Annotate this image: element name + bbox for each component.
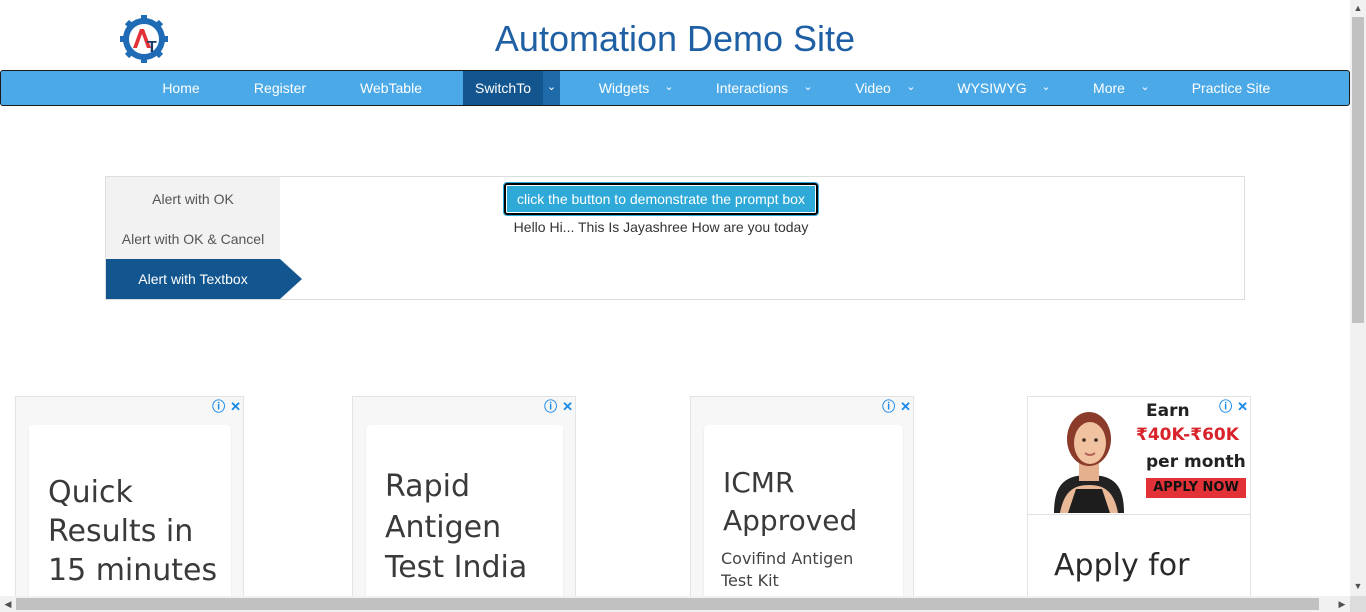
nav-interactions[interactable]: Interactions [703, 71, 801, 105]
close-icon[interactable]: ✕ [562, 399, 573, 415]
ad-controls[interactable]: ⓘ ✕ [1214, 399, 1248, 415]
horizontal-scrollbar[interactable]: ◀ ▶ [0, 596, 1350, 612]
scroll-down-icon[interactable]: ▼ [1350, 578, 1366, 594]
horizontal-scroll-thumb[interactable] [16, 598, 1319, 610]
ad-headline-line: Quick [48, 475, 133, 510]
tab-alert-ok-cancel[interactable]: Alert with OK & Cancel [106, 219, 280, 259]
ad-controls[interactable]: ⓘ ✕ [207, 399, 241, 415]
scrollbar-corner [1350, 596, 1366, 612]
info-icon[interactable]: ⓘ [212, 399, 225, 415]
ad-card[interactable]: Quick Results in 15 minutes [29, 425, 231, 605]
close-icon[interactable]: ✕ [230, 399, 241, 415]
info-icon[interactable]: ⓘ [1219, 399, 1232, 415]
tab-alert-ok[interactable]: Alert with OK [106, 179, 280, 219]
ad-headline-line: Approved [723, 504, 858, 537]
ad-unit-2[interactable]: ⓘ ✕ Rapid Antigen Test India [352, 396, 576, 606]
nav-switchto[interactable]: SwitchTo [463, 71, 543, 105]
chevron-down-icon[interactable]: ⌄ [543, 71, 560, 105]
active-tab-arrow [280, 259, 302, 299]
ad-subtext-line: Test Kit [721, 571, 779, 590]
ad-amount-text: ₹40K-₹60K [1136, 425, 1239, 445]
prompt-result-text: Hello Hi... This Is Jayashree How are yo… [513, 219, 809, 235]
nav-webtable[interactable]: WebTable [346, 71, 436, 105]
nav-more[interactable]: More [1081, 71, 1137, 105]
ad-controls[interactable]: ⓘ ✕ [539, 399, 573, 415]
tab-alert-textbox[interactable]: Alert with Textbox [106, 259, 280, 299]
scroll-left-icon[interactable]: ◀ [0, 596, 16, 612]
nav-video[interactable]: Video [843, 71, 903, 105]
nav-home[interactable]: Home [151, 71, 211, 105]
main-navbar: Home Register WebTable SwitchTo ⌄ Widget… [0, 70, 1350, 106]
close-icon[interactable]: ✕ [900, 399, 911, 415]
scroll-up-icon[interactable]: ▲ [1350, 0, 1366, 16]
ad-subtext-line: Covifind Antigen [721, 549, 854, 568]
ad-headline: Apply for [1054, 548, 1190, 583]
nav-wysiwyg[interactable]: WYSIWYG [946, 71, 1038, 105]
vertical-scroll-thumb[interactable] [1352, 17, 1364, 323]
info-icon[interactable]: ⓘ [882, 399, 895, 415]
chevron-down-icon[interactable]: ⌄ [661, 71, 677, 105]
ad-earn-text: Earn [1146, 401, 1190, 421]
ad-headline-line: Test India [385, 550, 528, 585]
chevron-down-icon[interactable]: ⌄ [1137, 71, 1153, 105]
site-title: Automation Demo Site [494, 18, 856, 59]
chevron-down-icon[interactable]: ⌄ [1038, 71, 1054, 105]
prompt-box-button[interactable]: click the button to demonstrate the prom… [503, 182, 819, 216]
nav-register[interactable]: Register [241, 71, 319, 105]
ad-unit-4[interactable]: Earn ₹40K-₹60K per month APPLY NOW ⓘ ✕ Ap… [1027, 396, 1251, 606]
ad-card[interactable]: ICMR Approved Covifind Antigen Test Kit [704, 425, 903, 605]
ad-controls[interactable]: ⓘ ✕ [877, 399, 911, 415]
apply-now-button[interactable]: APPLY NOW [1146, 478, 1246, 498]
ad-headline-line: 15 minutes [48, 553, 218, 588]
alert-tabs: Alert with OK Alert with OK & Cancel Ale… [106, 177, 280, 299]
chevron-down-icon[interactable]: ⌄ [903, 71, 919, 105]
ad-headline-line: ICMR [723, 466, 795, 499]
ad-headline-line: Antigen [385, 510, 502, 545]
ad-headline-line: Rapid [385, 469, 470, 504]
ad-unit-3[interactable]: ⓘ ✕ ICMR Approved Covifind Antigen Test K… [690, 396, 914, 606]
ad-unit-1[interactable]: ⓘ ✕ Quick Results in 15 minutes [15, 396, 244, 606]
ad-headline-line: Results in [48, 514, 194, 549]
scroll-right-icon[interactable]: ▶ [1334, 596, 1350, 612]
ad-card[interactable]: Rapid Antigen Test India [366, 425, 563, 605]
nav-widgets[interactable]: Widgets [586, 71, 662, 105]
nav-practice-site[interactable]: Practice Site [1179, 71, 1283, 105]
ad-per-month-text: per month [1146, 452, 1246, 472]
vertical-scrollbar[interactable]: ▲ ▼ [1350, 0, 1366, 596]
chevron-down-icon[interactable]: ⌄ [800, 71, 816, 105]
person-photo-icon [1046, 405, 1132, 513]
close-icon[interactable]: ✕ [1237, 399, 1248, 415]
info-icon[interactable]: ⓘ [544, 399, 557, 415]
page: T Automation Demo Site Home Register Web… [0, 0, 1366, 612]
